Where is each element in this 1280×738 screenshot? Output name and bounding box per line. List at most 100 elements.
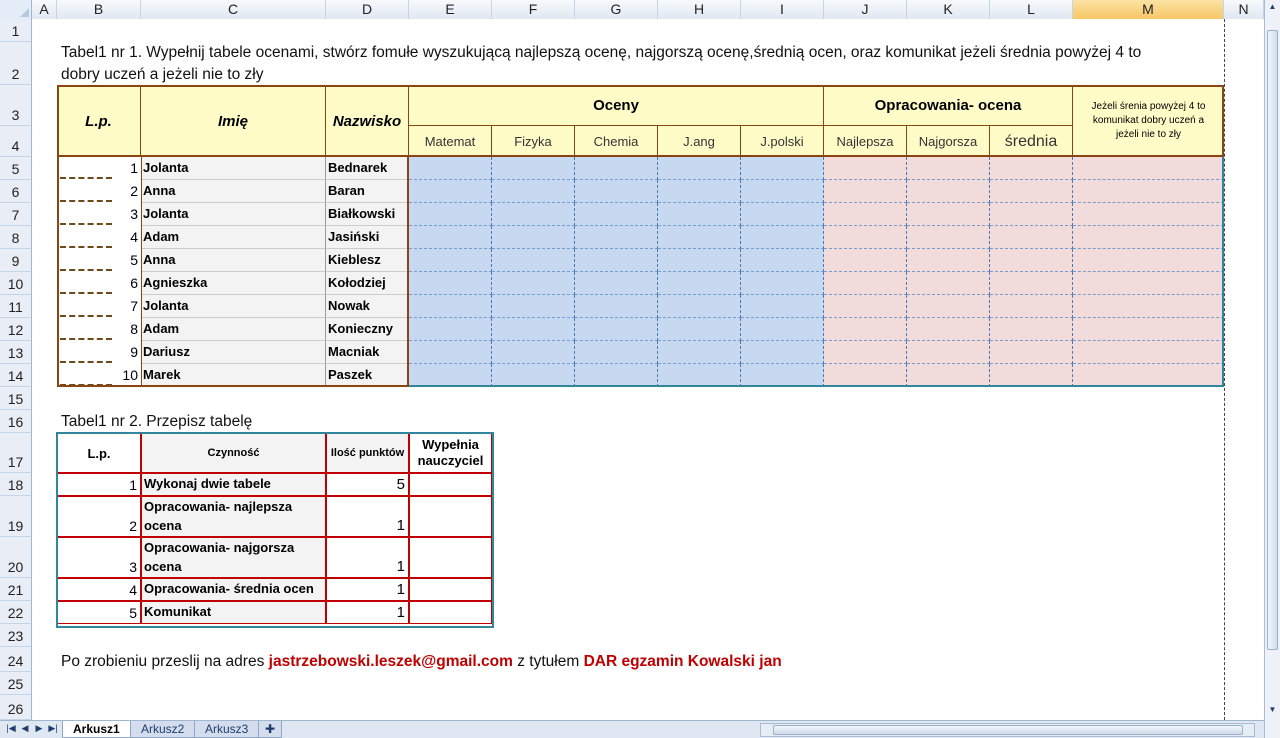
- column-header-h[interactable]: H: [658, 0, 741, 19]
- select-all-corner[interactable]: [0, 0, 32, 19]
- grade-cell[interactable]: [575, 157, 658, 180]
- column-header-f[interactable]: F: [492, 0, 575, 19]
- result-cell[interactable]: [824, 157, 907, 180]
- row-header-14[interactable]: 14: [0, 364, 32, 387]
- scroll-down-icon[interactable]: ▼: [1267, 705, 1278, 717]
- grade-cell[interactable]: [658, 318, 741, 341]
- grade-cell[interactable]: [492, 203, 575, 226]
- result-cell[interactable]: [990, 272, 1073, 295]
- column-header-c[interactable]: C: [141, 0, 326, 19]
- row-header-24[interactable]: 24: [0, 647, 32, 672]
- column-header-d[interactable]: D: [326, 0, 409, 19]
- grade-cell[interactable]: [575, 226, 658, 249]
- grade-cell[interactable]: [575, 341, 658, 364]
- result-cell[interactable]: [1073, 157, 1224, 180]
- result-cell[interactable]: [907, 249, 990, 272]
- last-sheet-icon[interactable]: ▶|: [46, 723, 60, 734]
- row-header-2[interactable]: 2: [0, 42, 32, 85]
- result-cell[interactable]: [990, 364, 1073, 387]
- grade-cell[interactable]: [409, 341, 492, 364]
- grade-cell[interactable]: [741, 249, 824, 272]
- result-cell[interactable]: [990, 226, 1073, 249]
- grade-cell[interactable]: [658, 157, 741, 180]
- row-header-23[interactable]: 23: [0, 624, 32, 647]
- grade-cell[interactable]: [658, 180, 741, 203]
- insert-sheet-icon[interactable]: ✚: [258, 721, 283, 738]
- vertical-scroll-thumb[interactable]: [1267, 30, 1278, 650]
- row-header-1[interactable]: 1: [0, 19, 32, 42]
- sheet-tab-arkusz1[interactable]: Arkusz1: [62, 721, 131, 738]
- grade-cell[interactable]: [658, 272, 741, 295]
- column-header-a[interactable]: A: [32, 0, 57, 19]
- result-cell[interactable]: [1073, 226, 1224, 249]
- row-header-8[interactable]: 8: [0, 226, 32, 249]
- row-header-12[interactable]: 12: [0, 318, 32, 341]
- result-cell[interactable]: [907, 272, 990, 295]
- next-sheet-icon[interactable]: ▶: [32, 723, 46, 734]
- column-header-b[interactable]: B: [57, 0, 141, 19]
- result-cell[interactable]: [824, 203, 907, 226]
- row-header-4[interactable]: 4: [0, 126, 32, 157]
- row-header-21[interactable]: 21: [0, 578, 32, 601]
- grade-cell[interactable]: [658, 341, 741, 364]
- grade-cell[interactable]: [658, 295, 741, 318]
- row-header-10[interactable]: 10: [0, 272, 32, 295]
- column-header-k[interactable]: K: [907, 0, 990, 19]
- grade-cell[interactable]: [741, 364, 824, 387]
- prev-sheet-icon[interactable]: ◀: [18, 723, 32, 734]
- result-cell[interactable]: [824, 341, 907, 364]
- grade-cell[interactable]: [492, 272, 575, 295]
- row-header-5[interactable]: 5: [0, 157, 32, 180]
- grade-cell[interactable]: [492, 180, 575, 203]
- result-cell[interactable]: [990, 180, 1073, 203]
- points-row-nauczyciel[interactable]: [409, 537, 492, 578]
- result-cell[interactable]: [824, 249, 907, 272]
- grade-cell[interactable]: [409, 157, 492, 180]
- grade-cell[interactable]: [575, 249, 658, 272]
- grade-cell[interactable]: [575, 364, 658, 387]
- points-row-nauczyciel[interactable]: [409, 496, 492, 537]
- grade-cell[interactable]: [658, 249, 741, 272]
- grade-cell[interactable]: [741, 157, 824, 180]
- grade-cell[interactable]: [492, 318, 575, 341]
- result-cell[interactable]: [907, 318, 990, 341]
- grade-cell[interactable]: [409, 318, 492, 341]
- result-cell[interactable]: [1073, 341, 1224, 364]
- grade-cell[interactable]: [741, 318, 824, 341]
- result-cell[interactable]: [907, 157, 990, 180]
- grade-cell[interactable]: [409, 364, 492, 387]
- result-cell[interactable]: [1073, 295, 1224, 318]
- column-header-j[interactable]: J: [824, 0, 907, 19]
- grade-cell[interactable]: [741, 295, 824, 318]
- result-cell[interactable]: [907, 203, 990, 226]
- row-header-25[interactable]: 25: [0, 672, 32, 695]
- row-header-16[interactable]: 16: [0, 410, 32, 433]
- grade-cell[interactable]: [492, 157, 575, 180]
- result-cell[interactable]: [907, 295, 990, 318]
- spreadsheet-grid[interactable]: ABCDEFGHIJKLMN 1 2 3 4 5 6 7 8 9 10 11 12 13 14 15 16 17…: [0, 0, 1264, 720]
- result-cell[interactable]: [990, 341, 1073, 364]
- first-sheet-icon[interactable]: |◀: [4, 723, 18, 734]
- row-header-20[interactable]: 20: [0, 537, 32, 578]
- grade-cell[interactable]: [409, 249, 492, 272]
- grade-cell[interactable]: [492, 364, 575, 387]
- result-cell[interactable]: [907, 341, 990, 364]
- grade-cell[interactable]: [658, 364, 741, 387]
- result-cell[interactable]: [824, 226, 907, 249]
- grade-cell[interactable]: [409, 272, 492, 295]
- result-cell[interactable]: [1073, 364, 1224, 387]
- grade-cell[interactable]: [409, 295, 492, 318]
- row-header-19[interactable]: 19: [0, 496, 32, 537]
- column-header-m[interactable]: M: [1073, 0, 1224, 19]
- row-header-26[interactable]: 26: [0, 695, 32, 720]
- result-cell[interactable]: [824, 318, 907, 341]
- result-cell[interactable]: [1073, 318, 1224, 341]
- result-cell[interactable]: [990, 318, 1073, 341]
- row-header-22[interactable]: 22: [0, 601, 32, 624]
- grade-cell[interactable]: [658, 226, 741, 249]
- row-header-17[interactable]: 17: [0, 433, 32, 473]
- result-cell[interactable]: [907, 226, 990, 249]
- column-header-l[interactable]: L: [990, 0, 1073, 19]
- result-cell[interactable]: [824, 364, 907, 387]
- result-cell[interactable]: [824, 295, 907, 318]
